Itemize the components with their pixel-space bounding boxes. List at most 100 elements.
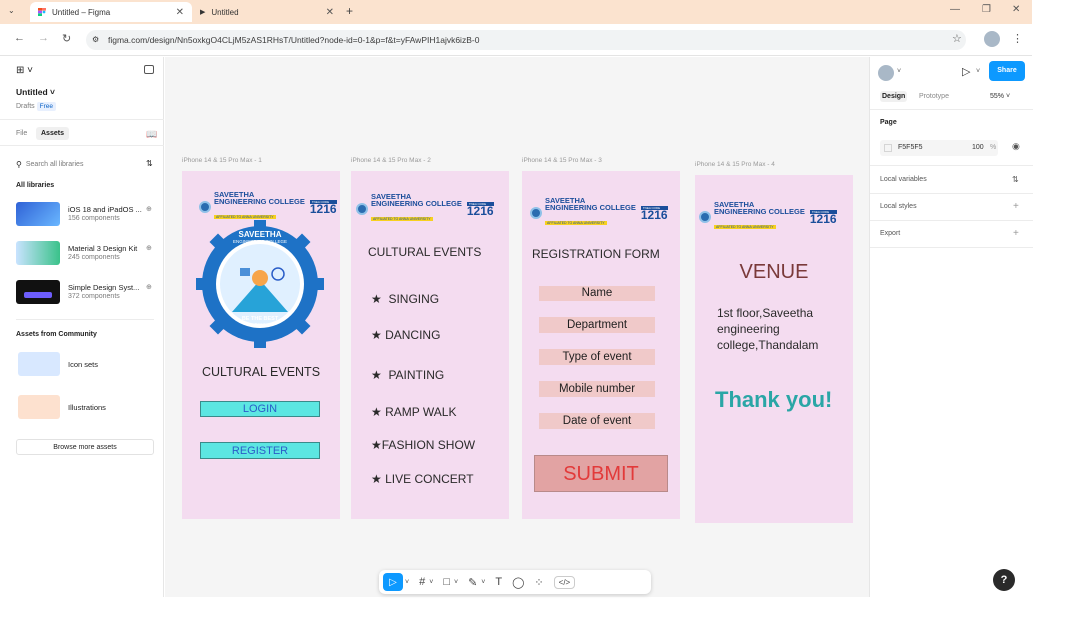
- frame-label[interactable]: iPhone 14 & 15 Pro Max - 3: [522, 157, 602, 164]
- variables-icon[interactable]: ⇅: [1012, 175, 1019, 184]
- frame-1[interactable]: SAVEETHA ENGINEERING COLLEGE AFFILIATED TO…: [182, 171, 340, 519]
- submit-button[interactable]: SUBMIT: [534, 455, 668, 492]
- url-text: figma.com/design/Nn5oxkgO4CLjM5zAS1RHsT/…: [108, 35, 480, 45]
- type-of-event-field[interactable]: Type of event: [539, 349, 655, 365]
- frame-label[interactable]: iPhone 14 & 15 Pro Max - 2: [351, 157, 431, 164]
- login-button[interactable]: LOGIN: [200, 401, 320, 417]
- library-search-input[interactable]: ⚲ Search all libraries: [16, 156, 140, 172]
- site-info-icon[interactable]: ⚙: [92, 35, 99, 44]
- college-logo: SAVEETHA ENGINEERING COLLEGE AFFILIATED TO…: [530, 197, 668, 229]
- chevron-down-icon[interactable]: ˅: [897, 68, 901, 75]
- tab-search-icon[interactable]: ⌄: [8, 6, 15, 15]
- back-icon[interactable]: ←: [14, 32, 25, 44]
- figma-canvas[interactable]: iPhone 14 & 15 Pro Max - 1 SAVEETHA ENGIN…: [165, 57, 869, 597]
- close-tab-icon[interactable]: ✕: [176, 7, 184, 18]
- community-item-illustrations[interactable]: Illustrations: [16, 395, 156, 421]
- reload-icon[interactable]: ↻: [62, 32, 71, 45]
- library-thumbnail: [16, 202, 60, 226]
- frame-tool-icon[interactable]: #: [419, 576, 425, 588]
- export-section[interactable]: Export: [880, 230, 900, 237]
- frame2-title: CULTURAL EVENTS: [368, 245, 482, 259]
- tab-title: Untitled – Figma: [52, 7, 111, 17]
- tab-assets[interactable]: Assets: [36, 127, 69, 140]
- library-item[interactable]: Material 3 Design Kit 245 components ⊕: [16, 241, 156, 269]
- move-tool-icon[interactable]: ▷: [383, 573, 403, 591]
- plan-badge: Free: [36, 102, 56, 111]
- rectangle-tool-icon[interactable]: □: [443, 576, 450, 588]
- color-swatch[interactable]: [884, 144, 892, 152]
- chevron-down-icon[interactable]: ˅: [976, 68, 980, 75]
- register-button[interactable]: REGISTER: [200, 442, 320, 459]
- close-tab-icon[interactable]: ✕: [326, 7, 334, 18]
- frame-4[interactable]: SAVEETHA ENGINEERING COLLEGE AFFILIATED TO…: [695, 175, 853, 523]
- present-play-icon[interactable]: ▷: [962, 65, 970, 78]
- file-name[interactable]: Untitled ˅: [16, 87, 55, 97]
- new-tab-button[interactable]: +: [346, 4, 353, 18]
- tab-file[interactable]: File: [16, 130, 27, 137]
- chevron-down-icon[interactable]: ˅: [481, 579, 485, 586]
- library-name: Material 3 Design Kit: [68, 244, 138, 253]
- tab-title: Untitled: [211, 7, 239, 17]
- eye-icon[interactable]: ◉: [1012, 141, 1020, 152]
- zoom-level[interactable]: 55% ˅: [990, 93, 1010, 100]
- library-item[interactable]: Simple Design Syst... 372 components ⊕: [16, 280, 156, 308]
- tab-prototype[interactable]: Prototype: [919, 93, 949, 100]
- page-color-field[interactable]: F5F5F5 100 %: [880, 140, 998, 156]
- tab-untitled[interactable]: ▶ Untitled ✕: [192, 2, 342, 22]
- browser-menu-icon[interactable]: ⋮: [1012, 32, 1023, 45]
- opacity-unit: %: [990, 144, 997, 151]
- figma-favicon-icon: [38, 8, 46, 16]
- tab-figma[interactable]: Untitled – Figma ✕: [30, 2, 192, 22]
- frame-label[interactable]: iPhone 14 & 15 Pro Max - 4: [695, 161, 775, 168]
- local-styles[interactable]: Local styles: [880, 203, 917, 210]
- frame-label[interactable]: iPhone 14 & 15 Pro Max - 1: [182, 157, 262, 164]
- frame-2[interactable]: SAVEETHA ENGINEERING COLLEGE AFFILIATED TO…: [351, 171, 509, 519]
- divider: [16, 319, 154, 320]
- chevron-down-icon[interactable]: ˅: [405, 579, 409, 586]
- maximize-button[interactable]: ❐: [982, 4, 991, 15]
- venue-address: 1st floor,Saveetha engineering college,T…: [717, 306, 819, 352]
- toggle-sidebar-icon[interactable]: [144, 65, 154, 74]
- mobile-number-field[interactable]: Mobile number: [539, 381, 655, 397]
- add-style-icon[interactable]: +: [1013, 201, 1019, 212]
- minimize-button[interactable]: —: [950, 4, 960, 15]
- event-item: ★FASHION SHOW: [371, 438, 476, 452]
- library-book-icon[interactable]: 📖: [146, 129, 157, 140]
- filter-icon[interactable]: ⇅: [146, 159, 153, 168]
- globe-icon: ⊕: [146, 206, 152, 213]
- url-field[interactable]: ⚙ figma.com/design/Nn5oxkgO4CLjM5zAS1RHs…: [86, 30, 966, 50]
- library-count: 245 components: [68, 254, 120, 261]
- icon-sets-thumbnail: [18, 352, 60, 376]
- globe-icon: ⊕: [146, 245, 152, 252]
- add-export-icon[interactable]: +: [1013, 228, 1019, 239]
- library-thumbnail: [16, 280, 60, 304]
- department-field[interactable]: Department: [539, 317, 655, 333]
- profile-avatar[interactable]: [984, 31, 1000, 47]
- library-item[interactable]: iOS 18 and iPadOS ... 156 components ⊕: [16, 202, 156, 230]
- browse-more-assets-button[interactable]: Browse more assets: [16, 439, 154, 455]
- chevron-down-icon[interactable]: ˅: [454, 579, 458, 586]
- share-button[interactable]: Share: [989, 61, 1025, 81]
- tab-design[interactable]: Design: [880, 91, 908, 102]
- user-avatar[interactable]: [878, 65, 894, 81]
- local-variables[interactable]: Local variables: [880, 176, 927, 183]
- close-window-button[interactable]: ✕: [1012, 4, 1020, 15]
- forward-icon[interactable]: →: [38, 32, 49, 44]
- bookmark-star-icon[interactable]: ☆: [952, 32, 962, 45]
- globe-icon: ⊕: [146, 284, 152, 291]
- dev-mode-icon[interactable]: </>: [553, 575, 576, 589]
- frame-3[interactable]: SAVEETHA ENGINEERING COLLEGE AFFILIATED TO…: [522, 171, 680, 519]
- community-item-icon-sets[interactable]: Icon sets: [16, 352, 156, 378]
- community-heading: Assets from Community: [16, 331, 97, 338]
- date-of-event-field[interactable]: Date of event: [539, 413, 655, 429]
- event-item: ★ RAMP WALK: [371, 405, 457, 419]
- name-field[interactable]: Name: [539, 286, 655, 301]
- pen-tool-icon[interactable]: ✎: [468, 576, 477, 589]
- actions-tool-icon[interactable]: ⁘: [534, 576, 543, 589]
- figma-menu-icon[interactable]: ⊞ ˅: [16, 65, 33, 76]
- comment-tool-icon[interactable]: ◯: [512, 576, 524, 589]
- text-tool-icon[interactable]: T: [495, 576, 502, 588]
- help-button[interactable]: ?: [993, 569, 1015, 591]
- chevron-down-icon[interactable]: ˅: [429, 579, 433, 586]
- community-name: Illustrations: [68, 403, 106, 412]
